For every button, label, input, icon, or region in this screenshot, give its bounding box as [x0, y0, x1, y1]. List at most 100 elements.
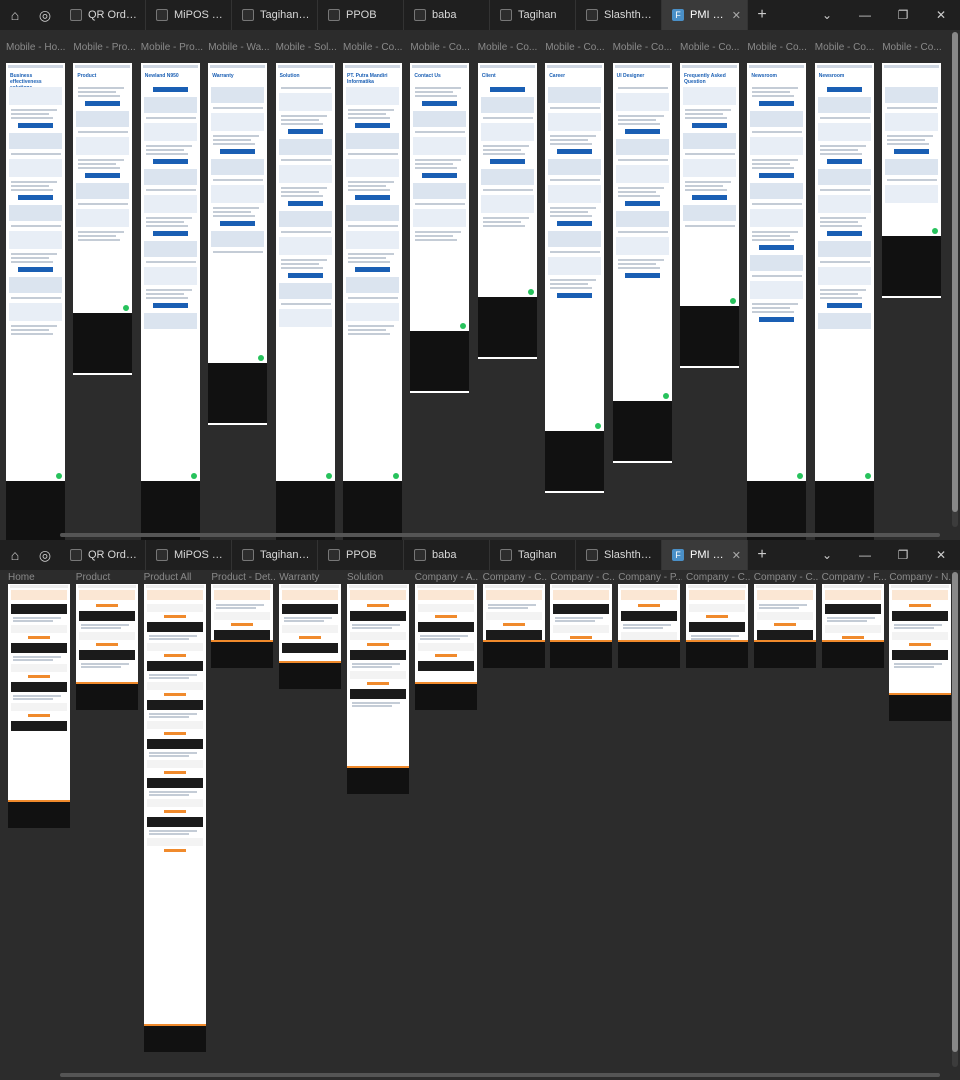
cta-button[interactable] [422, 173, 458, 178]
tab-tagihan[interactable]: Tagihan [490, 0, 576, 30]
desktop-frame[interactable] [618, 584, 681, 668]
desktop-frame[interactable] [347, 584, 409, 794]
scroll-thumb[interactable] [952, 572, 958, 1052]
mobile-frame[interactable] [882, 63, 942, 298]
frame-label[interactable]: Home [8, 572, 72, 583]
cta-button[interactable] [18, 195, 53, 200]
cta-button[interactable] [773, 623, 796, 626]
vertical-scrollbar[interactable] [952, 572, 958, 1067]
desktop-frame[interactable] [889, 584, 952, 721]
tab-tagihan-p[interactable]: Tagihan - P [232, 540, 318, 570]
whatsapp-icon[interactable] [190, 473, 197, 479]
cta-button[interactable] [287, 201, 323, 206]
desktop-frame[interactable] [414, 584, 477, 710]
tab-baba[interactable]: baba [404, 540, 490, 570]
whatsapp-icon[interactable] [393, 473, 399, 479]
close-tab-icon[interactable]: ✕ [732, 9, 741, 22]
mobile-frame[interactable]: Frequently Asked Question [680, 63, 739, 368]
cta-button[interactable] [502, 623, 525, 626]
mobile-frame[interactable]: Contact Us [410, 63, 470, 393]
cta-button[interactable] [85, 173, 121, 178]
frame-label[interactable]: Mobile - Co... [545, 42, 609, 53]
frame-label[interactable]: Mobile - Ho... [6, 42, 70, 53]
cta-button[interactable] [759, 173, 795, 178]
cta-button[interactable] [152, 303, 188, 308]
frame-label[interactable]: Company - C... [483, 572, 547, 583]
tab-baba[interactable]: baba [404, 0, 490, 30]
cta-button[interactable] [355, 123, 390, 128]
cta-button[interactable] [18, 123, 53, 128]
cta-button[interactable] [894, 149, 930, 154]
cta-button[interactable] [489, 159, 525, 164]
cta-button[interactable] [692, 123, 727, 128]
cta-button[interactable] [152, 231, 188, 236]
chevron-down-icon[interactable]: ⌄ [808, 0, 846, 30]
home-icon[interactable]: ⌂ [0, 540, 30, 570]
globe-icon[interactable]: ◎ [30, 0, 60, 30]
cta-button[interactable] [163, 849, 186, 852]
cta-button[interactable] [152, 87, 188, 92]
frame-label[interactable]: Mobile - Co... [680, 42, 744, 53]
frame-label[interactable]: Company - N... [889, 572, 953, 583]
close-window-icon[interactable]: ✕ [922, 0, 960, 30]
tab-slashtheory[interactable]: Slashtheory [576, 0, 662, 30]
cta-button[interactable] [826, 303, 862, 308]
cta-button[interactable] [570, 636, 593, 639]
tab-qr-order[interactable]: QR Order A [60, 0, 146, 30]
mobile-frame[interactable]: Newsroom [814, 63, 874, 540]
close-window-icon[interactable]: ✕ [922, 540, 960, 570]
frame-label[interactable]: Company - F... [822, 572, 886, 583]
cta-button[interactable] [489, 87, 525, 92]
cta-button[interactable] [163, 732, 186, 735]
whatsapp-icon[interactable] [662, 393, 669, 399]
desktop-frame[interactable] [143, 584, 206, 1052]
mobile-frame[interactable]: Product [73, 63, 133, 375]
cta-button[interactable] [367, 604, 389, 607]
frame-label[interactable]: Mobile - Sol... [276, 42, 340, 53]
desktop-frame[interactable] [753, 584, 816, 668]
cta-button[interactable] [759, 101, 795, 106]
scroll-thumb[interactable] [952, 32, 958, 512]
cta-button[interactable] [152, 159, 188, 164]
cta-button[interactable] [434, 654, 457, 657]
whatsapp-icon[interactable] [123, 305, 130, 311]
cta-button[interactable] [220, 149, 256, 154]
cta-button[interactable] [163, 771, 186, 774]
cta-button[interactable] [28, 714, 50, 717]
cta-button[interactable] [826, 87, 862, 92]
minimize-icon[interactable]: — [846, 0, 884, 30]
new-tab-button[interactable]: + [748, 0, 776, 30]
tab-pmi-website[interactable]: F PMI Webs ✕ [662, 0, 748, 30]
cta-button[interactable] [287, 273, 323, 278]
desktop-frame[interactable] [482, 584, 545, 668]
tab-mipos[interactable]: MiPOS Taha [146, 540, 232, 570]
cta-button[interactable] [95, 604, 118, 607]
cta-button[interactable] [624, 201, 660, 206]
cta-button[interactable] [759, 245, 795, 250]
whatsapp-icon[interactable] [730, 298, 736, 304]
frame-label[interactable]: Mobile - Co... [343, 42, 407, 53]
frame-label[interactable]: Mobile - Co... [882, 42, 946, 53]
cta-button[interactable] [28, 675, 50, 678]
tab-slashtheory[interactable]: Slashtheory [576, 540, 662, 570]
frame-label[interactable]: Mobile - Pro... [73, 42, 137, 53]
cta-button[interactable] [624, 273, 660, 278]
whatsapp-icon[interactable] [797, 473, 804, 479]
cta-button[interactable] [163, 615, 186, 618]
frame-label[interactable]: Warranty [279, 572, 343, 583]
cta-button[interactable] [557, 293, 593, 298]
desktop-frame[interactable] [75, 584, 138, 710]
tab-tagihan[interactable]: Tagihan [490, 540, 576, 570]
whatsapp-icon[interactable] [595, 423, 602, 429]
restore-icon[interactable]: ❐ [884, 0, 922, 30]
tab-ppob[interactable]: PPOB [318, 540, 404, 570]
tab-mipos[interactable]: MiPOS Taha [146, 0, 232, 30]
home-icon[interactable]: ⌂ [0, 0, 30, 30]
tab-ppob[interactable]: PPOB [318, 0, 404, 30]
frame-label[interactable]: Mobile - Co... [747, 42, 811, 53]
mobile-frame[interactable]: Newland N950 [140, 63, 200, 540]
frame-label[interactable]: Mobile - Co... [613, 42, 677, 53]
mobile-frame[interactable]: Warranty [208, 63, 268, 425]
desktop-frame[interactable] [211, 584, 274, 668]
frame-label[interactable]: Mobile - Wa... [208, 42, 272, 53]
